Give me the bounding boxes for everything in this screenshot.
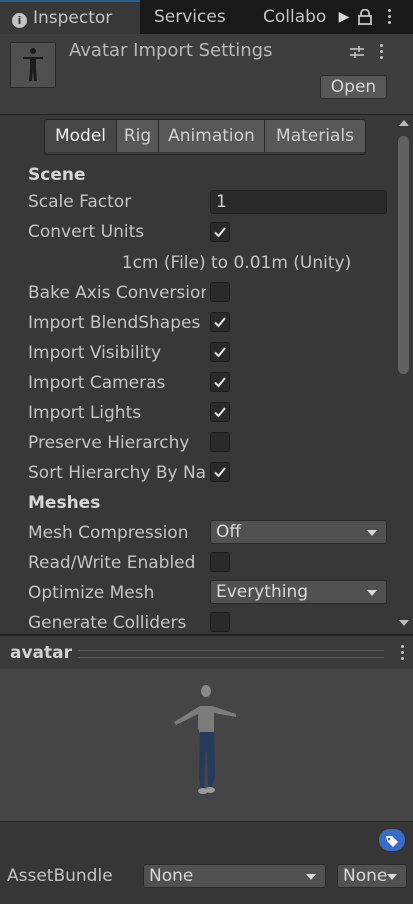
scroll-down-arrow-icon[interactable] (398, 618, 410, 628)
checkmark-icon (214, 347, 226, 358)
import-cameras-checkbox[interactable] (210, 372, 230, 392)
header-menu-icon[interactable] (378, 43, 384, 61)
preserve-hierarchy-checkbox[interactable] (210, 432, 230, 452)
mesh-compression-dropdown[interactable]: Off (210, 520, 387, 544)
optimize-mesh-dropdown[interactable]: Everything (210, 580, 387, 604)
scale-factor-field[interactable]: 1 (210, 190, 387, 214)
asset-labels-bar (0, 821, 413, 904)
inspector-title: Avatar Import Settings (69, 40, 273, 61)
mesh-compression-label: Mesh Compression (28, 523, 189, 543)
import-visibility-label: Import Visibility (28, 343, 162, 363)
read-write-checkbox[interactable] (210, 552, 230, 572)
import-cameras-label: Import Cameras (28, 373, 166, 393)
import-visibility-checkbox[interactable] (210, 342, 230, 362)
chevron-down-icon (306, 874, 316, 880)
assetbundle-variant-value: None (343, 866, 388, 886)
sort-hierarchy-checkbox[interactable] (210, 462, 230, 482)
chevron-down-icon (367, 590, 377, 596)
checkmark-icon (214, 227, 226, 238)
avatar-thumbnail (10, 42, 56, 88)
tab-rig[interactable]: Rig (116, 120, 158, 152)
open-button[interactable]: Open (320, 75, 387, 99)
import-lights-label: Import Lights (28, 403, 142, 423)
tab-services[interactable]: Services (154, 0, 254, 34)
importer-tabs: Model Rig Animation Materials (44, 119, 366, 155)
chevron-down-icon (367, 530, 377, 536)
tab-inspector-label: Inspector (33, 8, 113, 28)
lock-icon[interactable] (358, 9, 372, 25)
mesh-compression-value: Off (216, 522, 242, 542)
assetbundle-name-dropdown[interactable]: None (143, 864, 326, 888)
sort-hierarchy-label: Sort Hierarchy By Name (28, 463, 206, 483)
bake-axis-label: Bake Axis Conversion (28, 283, 206, 303)
tab-animation[interactable]: Animation (158, 120, 264, 152)
tab-overflow-arrow-icon[interactable]: ▶ (337, 0, 351, 34)
units-note: 1cm (File) to 0.01m (Unity) (121, 253, 352, 273)
bake-axis-checkbox[interactable] (210, 282, 230, 302)
assetbundle-name-value: None (149, 866, 194, 886)
tag-icon[interactable] (379, 829, 405, 851)
import-lights-checkbox[interactable] (210, 402, 230, 422)
section-meshes: Meshes (28, 493, 101, 513)
tab-inspector[interactable]: i Inspector (0, 0, 140, 34)
read-write-label: Read/Write Enabled (28, 553, 196, 573)
checkmark-icon (214, 377, 226, 388)
scale-factor-label: Scale Factor (28, 192, 132, 212)
tab-menu-icon[interactable] (386, 8, 392, 26)
preview-drag-handle[interactable] (78, 650, 384, 658)
checkmark-icon (214, 407, 226, 418)
section-scene: Scene (28, 165, 86, 185)
convert-units-label: Convert Units (28, 222, 145, 242)
avatar-model (174, 685, 236, 794)
scroll-up-arrow-icon[interactable] (398, 118, 410, 128)
assetbundle-label: AssetBundle (7, 866, 113, 886)
preview-title: avatar (10, 643, 73, 663)
generate-colliders-checkbox[interactable] (210, 612, 230, 632)
preview-menu-icon[interactable] (399, 644, 405, 662)
tab-materials[interactable]: Materials (264, 120, 365, 152)
generate-colliders-label: Generate Colliders (28, 613, 187, 633)
convert-units-checkbox[interactable] (210, 222, 230, 242)
tab-model[interactable]: Model (45, 120, 116, 152)
assetbundle-variant-dropdown[interactable]: None (337, 864, 407, 888)
preserve-hierarchy-label: Preserve Hierarchy (28, 433, 190, 453)
sliders-icon[interactable] (349, 44, 365, 60)
optimize-mesh-value: Everything (216, 582, 309, 602)
checkmark-icon (214, 467, 226, 478)
import-blendshapes-label: Import BlendShapes (28, 313, 201, 333)
tab-collab[interactable]: Collabo (263, 0, 333, 34)
info-icon: i (12, 13, 27, 28)
checkmark-icon (214, 317, 226, 328)
chevron-down-icon (387, 874, 397, 880)
import-blendshapes-checkbox[interactable] (210, 312, 230, 332)
optimize-mesh-label: Optimize Mesh (28, 583, 155, 603)
